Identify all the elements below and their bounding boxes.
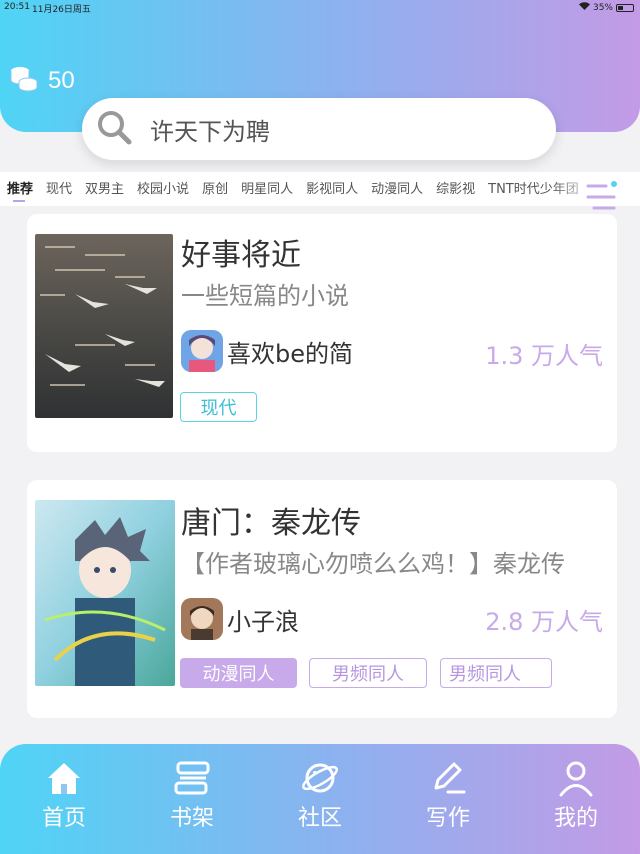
category-menu-button[interactable] <box>584 180 620 214</box>
tab-campus[interactable]: 校园小说 <box>137 178 189 197</box>
nav-bookshelf[interactable]: 书架 <box>152 758 232 832</box>
status-bar: 20:51 11月26日周五 35% <box>0 0 640 15</box>
tab-modern[interactable]: 现代 <box>46 178 72 197</box>
wifi-icon <box>578 2 590 13</box>
battery-percent: 35% <box>592 2 613 13</box>
status-date: 11月26日周五 <box>32 5 91 15</box>
tab-film-fanfic[interactable]: 影视同人 <box>306 178 358 197</box>
search-bar[interactable]: 许天下为聘 <box>82 98 556 160</box>
bottom-navigation: 首页 书架 社区 写作 我的 <box>0 744 640 854</box>
book-tag[interactable]: 现代 <box>180 392 257 422</box>
coin-count: 50 <box>48 67 75 94</box>
nav-profile-label: 我的 <box>553 806 598 831</box>
author-avatar[interactable] <box>181 330 223 372</box>
book-card[interactable]: 唐门：秦龙传 【作者玻璃心勿喷么么鸡！】秦龙传 小子浪 2.8 万人气 动漫同人… <box>27 480 617 718</box>
book-description: 【作者玻璃心勿喷么么鸡！】秦龙传 <box>181 550 565 578</box>
popularity-count: 2.8 万人气 <box>485 608 603 636</box>
nav-profile[interactable]: 我的 <box>536 758 616 832</box>
nav-write[interactable]: 写作 <box>408 758 488 832</box>
search-icon <box>94 107 134 151</box>
popularity-count: 1.3 万人气 <box>485 342 603 370</box>
status-right: 35% <box>578 2 634 13</box>
tab-anime-fanfic[interactable]: 动漫同人 <box>371 178 423 197</box>
nav-home[interactable]: 首页 <box>24 758 104 832</box>
tab-film-tv[interactable]: 综影视 <box>436 178 475 197</box>
author-avatar[interactable] <box>181 598 223 640</box>
book-card[interactable]: 好事将近 一些短篇的小说 喜欢be的简 1.3 万人气 现代 <box>27 214 617 452</box>
status-time: 20:51 <box>4 2 30 12</box>
home-icon <box>48 763 80 794</box>
user-icon <box>559 761 593 797</box>
pen-icon <box>434 762 466 794</box>
nav-write-label: 写作 <box>425 806 470 831</box>
book-title[interactable]: 好事将近 <box>181 230 301 274</box>
nav-community[interactable]: 社区 <box>280 758 360 832</box>
nav-bookshelf-label: 书架 <box>169 806 214 831</box>
book-title[interactable]: 唐门：秦龙传 <box>181 498 361 542</box>
nav-community-label: 社区 <box>297 806 342 831</box>
book-cover[interactable] <box>35 234 173 418</box>
author-name[interactable]: 小子浪 <box>227 602 299 637</box>
book-tag[interactable]: 动漫同人 <box>180 658 297 688</box>
planet-icon <box>302 763 338 793</box>
author-name[interactable]: 喜欢be的简 <box>227 334 353 369</box>
category-tabs: 推荐 现代 双男主 校园小说 原创 明星同人 影视同人 动漫同人 综影视 TNT… <box>0 172 640 206</box>
book-description: 一些短篇的小说 <box>181 282 349 310</box>
coins-icon <box>10 66 38 96</box>
book-tag[interactable]: 男频同人 <box>440 658 552 688</box>
book-cover[interactable] <box>35 500 175 686</box>
tab-recommend[interactable]: 推荐 <box>7 178 33 202</box>
search-placeholder: 许天下为聘 <box>150 117 270 146</box>
menu-icon <box>586 181 617 210</box>
bookshelf-icon <box>174 761 210 795</box>
coin-balance[interactable]: 50 <box>10 66 75 96</box>
tab-double-male[interactable]: 双男主 <box>85 178 124 197</box>
nav-home-label: 首页 <box>41 806 86 831</box>
battery-icon <box>616 3 634 12</box>
tab-celebrity-fanfic[interactable]: 明星同人 <box>241 178 293 197</box>
tab-original[interactable]: 原创 <box>202 178 228 197</box>
tab-row: 推荐 现代 双男主 校园小说 原创 明星同人 影视同人 动漫同人 综影视 TNT… <box>7 178 592 202</box>
book-tag[interactable]: 男频同人 <box>309 658 427 688</box>
